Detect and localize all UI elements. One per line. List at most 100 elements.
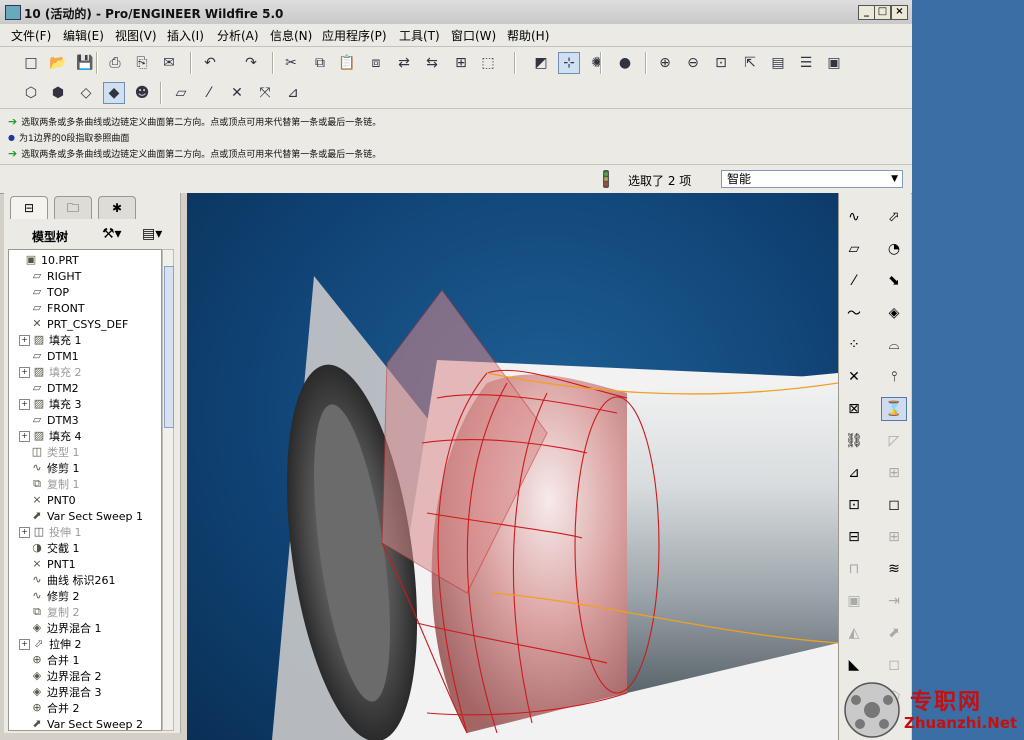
warp-tool-icon[interactable]: ≋	[881, 557, 907, 581]
menu-analysis[interactable]: 分析(A)	[217, 27, 259, 44]
tree-item[interactable]: ⧉ 复制 1	[19, 476, 79, 492]
menu-info[interactable]: 信息(N)	[270, 27, 312, 44]
tree-item[interactable]: ◈ 边界混合 2	[19, 668, 102, 684]
axis-display-icon[interactable]: ⁄	[198, 82, 220, 104]
insert-shared-data-icon[interactable]: ⊿	[841, 461, 867, 485]
tree-item[interactable]: ⧉ 复制 2	[19, 604, 79, 620]
tree-item[interactable]: + ▨ 填充 2	[19, 364, 82, 380]
undo-icon[interactable]: ↶	[199, 52, 221, 74]
menu-insert[interactable]: 插入(I)	[167, 27, 204, 44]
zoom-out-icon[interactable]: ⊖	[682, 52, 704, 74]
annotation-display-icon[interactable]: ⊿	[282, 82, 304, 104]
tree-item[interactable]: + ◫ 投伸 1	[19, 524, 82, 540]
tree-item[interactable]: ▱ TOP	[19, 284, 69, 300]
tree-item[interactable]: + ▨ 填充 3	[19, 396, 82, 412]
expand-icon[interactable]: +	[19, 334, 30, 346]
graphics-window[interactable]	[187, 193, 838, 740]
tree-scrollbar[interactable]	[162, 249, 174, 731]
enhanced-realism-icon[interactable]: ☻	[131, 82, 153, 104]
tree-item[interactable]: ∿ 修剪 1	[19, 460, 79, 476]
print-icon[interactable]: ⎙	[104, 52, 126, 74]
new-icon[interactable]: □	[20, 52, 42, 74]
point-display-icon[interactable]: ✕	[226, 82, 248, 104]
print-preview-icon[interactable]: ⎘	[131, 52, 153, 74]
chain-link-icon[interactable]: ⛓	[841, 429, 867, 453]
regenerate-icon[interactable]: ⇄	[393, 52, 415, 74]
solidify-tool-icon[interactable]: ◻	[881, 653, 907, 677]
revolve-tool-icon[interactable]: ◔	[881, 237, 907, 261]
menu-help[interactable]: 帮助(H)	[507, 27, 549, 44]
tab-favorites[interactable]: ✱	[98, 196, 136, 219]
datum-axis-tool-icon[interactable]: ⁄	[841, 269, 867, 293]
draft-tool-icon[interactable]: ◭	[841, 621, 867, 645]
tree-item[interactable]: ⬈ Var Sect Sweep 2	[19, 716, 143, 731]
tree-item[interactable]: ▣ 10.PRT	[13, 252, 79, 268]
menu-file[interactable]: 文件(F)	[11, 27, 51, 44]
wireframe-icon[interactable]: ⬡	[20, 82, 42, 104]
boundary-blend-tool-icon[interactable]: ◈	[881, 301, 907, 325]
thicken-tool-icon[interactable]: ⬈	[881, 621, 907, 645]
spin-center-icon[interactable]: ✺	[586, 52, 608, 74]
selection-box-icon[interactable]: ⬚	[477, 52, 499, 74]
refit-icon[interactable]: ⊡	[710, 52, 732, 74]
menu-tools[interactable]: 工具(T)	[399, 27, 440, 44]
menu-edit[interactable]: 编辑(E)	[63, 27, 104, 44]
datum-point-tool-icon[interactable]: ⁘	[841, 333, 867, 357]
tree-columns-icon[interactable]: ▤▾	[142, 226, 162, 242]
tree-item[interactable]: ▱ RIGHT	[19, 268, 82, 284]
find-icon[interactable]: ⊞	[450, 52, 472, 74]
save-icon[interactable]: 💾	[74, 52, 96, 74]
tree-item[interactable]: ◑ 交截 1	[19, 540, 79, 556]
view-manager-icon[interactable]: ▣	[823, 52, 845, 74]
pattern-tool-icon[interactable]: ⊞	[881, 461, 907, 485]
expand-icon[interactable]: +	[19, 366, 30, 378]
fill-tool-icon[interactable]: ◻	[881, 493, 907, 517]
trim-tool-icon[interactable]: ◸	[881, 429, 907, 453]
tab-model-tree[interactable]: ⊟	[10, 196, 48, 219]
tree-item[interactable]: ◫ 类型 1	[19, 444, 80, 460]
maximize-button[interactable]: □	[874, 5, 891, 20]
tree-item[interactable]: ⊕ 合并 2	[19, 700, 79, 716]
csys-tool-icon[interactable]: ✕	[841, 365, 867, 389]
regenerate-manager-icon[interactable]: ⇆	[421, 52, 443, 74]
expand-icon[interactable]: +	[19, 526, 30, 538]
analysis-feature-icon[interactable]: ⊠	[841, 397, 867, 421]
expand-icon[interactable]: +	[19, 398, 30, 410]
sketched-curve-icon[interactable]: ∿	[841, 205, 867, 229]
tree-item[interactable]: ▱ DTM2	[19, 380, 79, 396]
datum-plane-tool-icon[interactable]: ▱	[841, 237, 867, 261]
minimize-button[interactable]: _	[858, 5, 875, 20]
title-bar[interactable]: 10 (活动的) - Pro/ENGINEER Wildfire 5.0 _ □…	[0, 0, 912, 25]
scrollbar-thumb[interactable]	[164, 266, 174, 428]
cut-icon[interactable]: ✂	[280, 52, 302, 74]
reorient-icon[interactable]: ⇱	[739, 52, 761, 74]
layers-icon[interactable]: ☰	[795, 52, 817, 74]
tab-folder-browser[interactable]: 🗀	[54, 196, 92, 219]
copy-icon[interactable]: ⧉	[309, 52, 331, 74]
tree-item[interactable]: ▱ DTM3	[19, 412, 79, 428]
tree-item[interactable]: ▱ DTM1	[19, 348, 79, 364]
tree-item[interactable]: × PNT1	[19, 556, 75, 572]
shading-sphere-icon[interactable]: ●	[614, 52, 636, 74]
tree-item[interactable]: ◈ 边界混合 3	[19, 684, 102, 700]
open-icon[interactable]: 📂	[47, 52, 69, 74]
shell-tool-icon[interactable]: ▣	[841, 589, 867, 613]
copy-geometry-icon[interactable]: ⊡	[841, 493, 867, 517]
paste-special-icon[interactable]: ⧈	[365, 52, 387, 74]
extrude-tool-icon[interactable]: ⬀	[881, 205, 907, 229]
zoom-in-icon[interactable]: ⊕	[654, 52, 676, 74]
close-button[interactable]: ×	[891, 5, 908, 20]
no-hidden-icon[interactable]: ◇	[75, 82, 97, 104]
style-tool-icon[interactable]: ⌓	[881, 333, 907, 357]
shading-icon[interactable]: ◆	[103, 82, 125, 104]
hidden-line-icon[interactable]: ⬢	[47, 82, 69, 104]
menu-view[interactable]: 视图(V)	[115, 27, 157, 44]
tree-item[interactable]: ✕ PRT_CSYS_DEF	[19, 316, 128, 332]
tree-item[interactable]: ◈ 边界混合 1	[19, 620, 102, 636]
tree-item[interactable]: ∿ 修剪 2	[19, 588, 79, 604]
datum-curve-tool-icon[interactable]: 〜	[841, 301, 867, 325]
menu-window[interactable]: 窗口(W)	[451, 27, 496, 44]
variable-sweep-tool-icon[interactable]: ⬊	[881, 269, 907, 293]
menu-applications[interactable]: 应用程序(P)	[322, 27, 387, 44]
tree-settings-icon[interactable]: ⚒▾	[102, 226, 122, 242]
